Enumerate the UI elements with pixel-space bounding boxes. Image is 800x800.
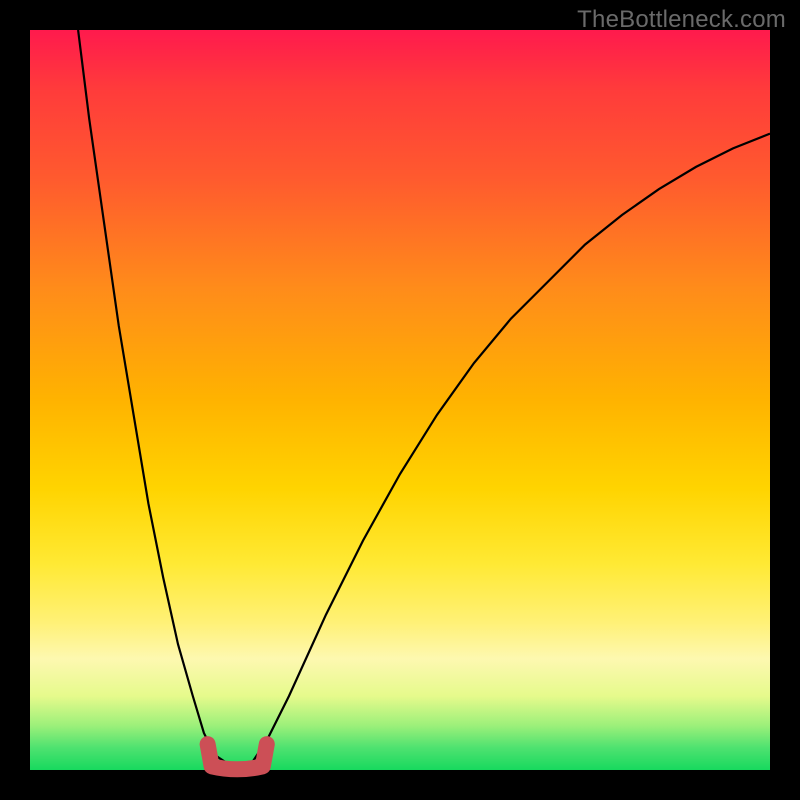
curve-right-branch	[252, 134, 770, 763]
watermark-text: TheBottleneck.com	[577, 6, 786, 34]
curve-left-branch	[78, 30, 226, 763]
chart-plot-area	[30, 30, 770, 770]
optimal-region-marker	[208, 744, 267, 769]
chart-svg	[30, 30, 770, 770]
